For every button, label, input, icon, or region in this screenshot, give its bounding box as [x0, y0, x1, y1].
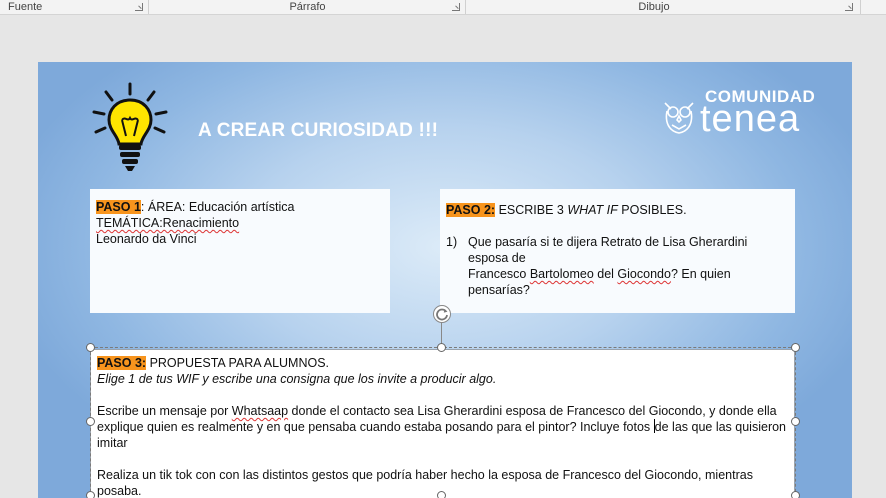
paso1-area-text: : ÁREA: Educación artística	[140, 200, 295, 214]
ribbon-group-font-label: Fuente	[8, 1, 43, 13]
ribbon-group-font: Fuente	[0, 0, 150, 15]
logo-text-tenea: tenea	[700, 98, 801, 140]
list-item-line1: Que pasaría si te dijera Retrato de Lisa…	[468, 235, 748, 265]
list-item-line2a: Francesco	[468, 267, 530, 281]
paso2-tag: PASO 2:	[446, 203, 496, 217]
resize-handle-bottom[interactable]	[437, 491, 446, 498]
ribbon-group-labels: Fuente Párrafo Dibujo	[0, 0, 886, 15]
paso3-instruction-text: Elige 1 de tus WIF y escribe una consign…	[97, 372, 497, 386]
ribbon-group-drawing-label: Dibujo	[638, 1, 670, 13]
paso3-heading: PASO 3: PROPUESTA PARA ALUMNOS.	[97, 355, 788, 371]
font-dialog-launcher-icon[interactable]	[135, 3, 143, 11]
paso2-textbox[interactable]: PASO 2: ESCRIBE 3 WHAT IF POSIBLES. 1) Q…	[440, 189, 795, 313]
paso3-p1-b: Whatsaap	[231, 404, 289, 418]
resize-handle-top-left[interactable]	[86, 343, 95, 352]
paso1-tematica: TEMÁTICA:Renacimiento	[96, 216, 240, 230]
paso3-heading-text: PROPUESTA PARA ALUMNOS.	[146, 356, 330, 370]
comunidad-tenea-logo: COMUNIDAD tenea	[662, 87, 832, 143]
ribbon-separator	[148, 0, 149, 14]
list-item: 1) Que pasaría si te dijera Retrato de L…	[446, 234, 789, 298]
paragraph-dialog-launcher-icon[interactable]	[452, 3, 460, 11]
paso2-heading-post: POSIBLES.	[617, 203, 687, 217]
paso3-paragraph1: Escribe un mensaje por Whatsaap donde el…	[97, 403, 788, 451]
paso1-textbox[interactable]: PASO 1: ÁREA: Educación artística TEMÁTI…	[90, 189, 390, 313]
paso1-tag: PASO 1	[96, 200, 141, 214]
ribbon-group-drawing: Dibujo	[466, 0, 842, 15]
ribbon-group-paragraph: Párrafo	[150, 0, 465, 15]
resize-handle-top[interactable]	[437, 343, 446, 352]
resize-handle-left[interactable]	[86, 417, 95, 426]
lightbulb-icon	[92, 82, 168, 171]
owl-icon	[664, 102, 694, 134]
paso3-instruction: Elige 1 de tus WIF y escribe una consign…	[97, 371, 788, 387]
paso2-heading-em: WHAT IF	[567, 203, 618, 217]
paso2-list: 1) Que pasaría si te dijera Retrato de L…	[446, 234, 789, 298]
ribbon-group-paragraph-label: Párrafo	[289, 1, 326, 13]
rotate-handle-icon[interactable]	[432, 304, 452, 324]
list-item-line2b: Bartolomeo	[529, 267, 594, 281]
paso2-heading: PASO 2: ESCRIBE 3 WHAT IF POSIBLES.	[446, 202, 789, 218]
list-item-number: 1)	[446, 235, 458, 249]
paso2-heading-pre: ESCRIBE 3	[495, 203, 568, 217]
paso3-tag: PASO 3:	[97, 356, 147, 370]
resize-handle-top-right[interactable]	[791, 343, 800, 352]
paso3-textbox[interactable]: PASO 3: PROPUESTA PARA ALUMNOS. Elige 1 …	[90, 349, 795, 498]
resize-handle-bottom-left[interactable]	[86, 491, 95, 498]
paso3-p1-a: Escribe un mensaje por	[97, 404, 232, 418]
paso1-person: Leonardo da Vinci	[96, 232, 197, 246]
ribbon-separator	[860, 0, 861, 14]
list-item-line2c: del	[593, 267, 618, 281]
slide-title: A CREAR CURIOSIDAD !!!	[198, 120, 439, 141]
resize-handle-right[interactable]	[791, 417, 800, 426]
drawing-dialog-launcher-icon[interactable]	[845, 3, 853, 11]
list-item-line2d: Giocondo	[617, 267, 671, 281]
slide-canvas[interactable]: A CREAR CURIOSIDAD !!! COMUNIDAD tenea P…	[38, 62, 852, 498]
resize-handle-bottom-right[interactable]	[791, 491, 800, 498]
paso1-line-area: PASO 1: ÁREA: Educación artística	[96, 199, 384, 215]
